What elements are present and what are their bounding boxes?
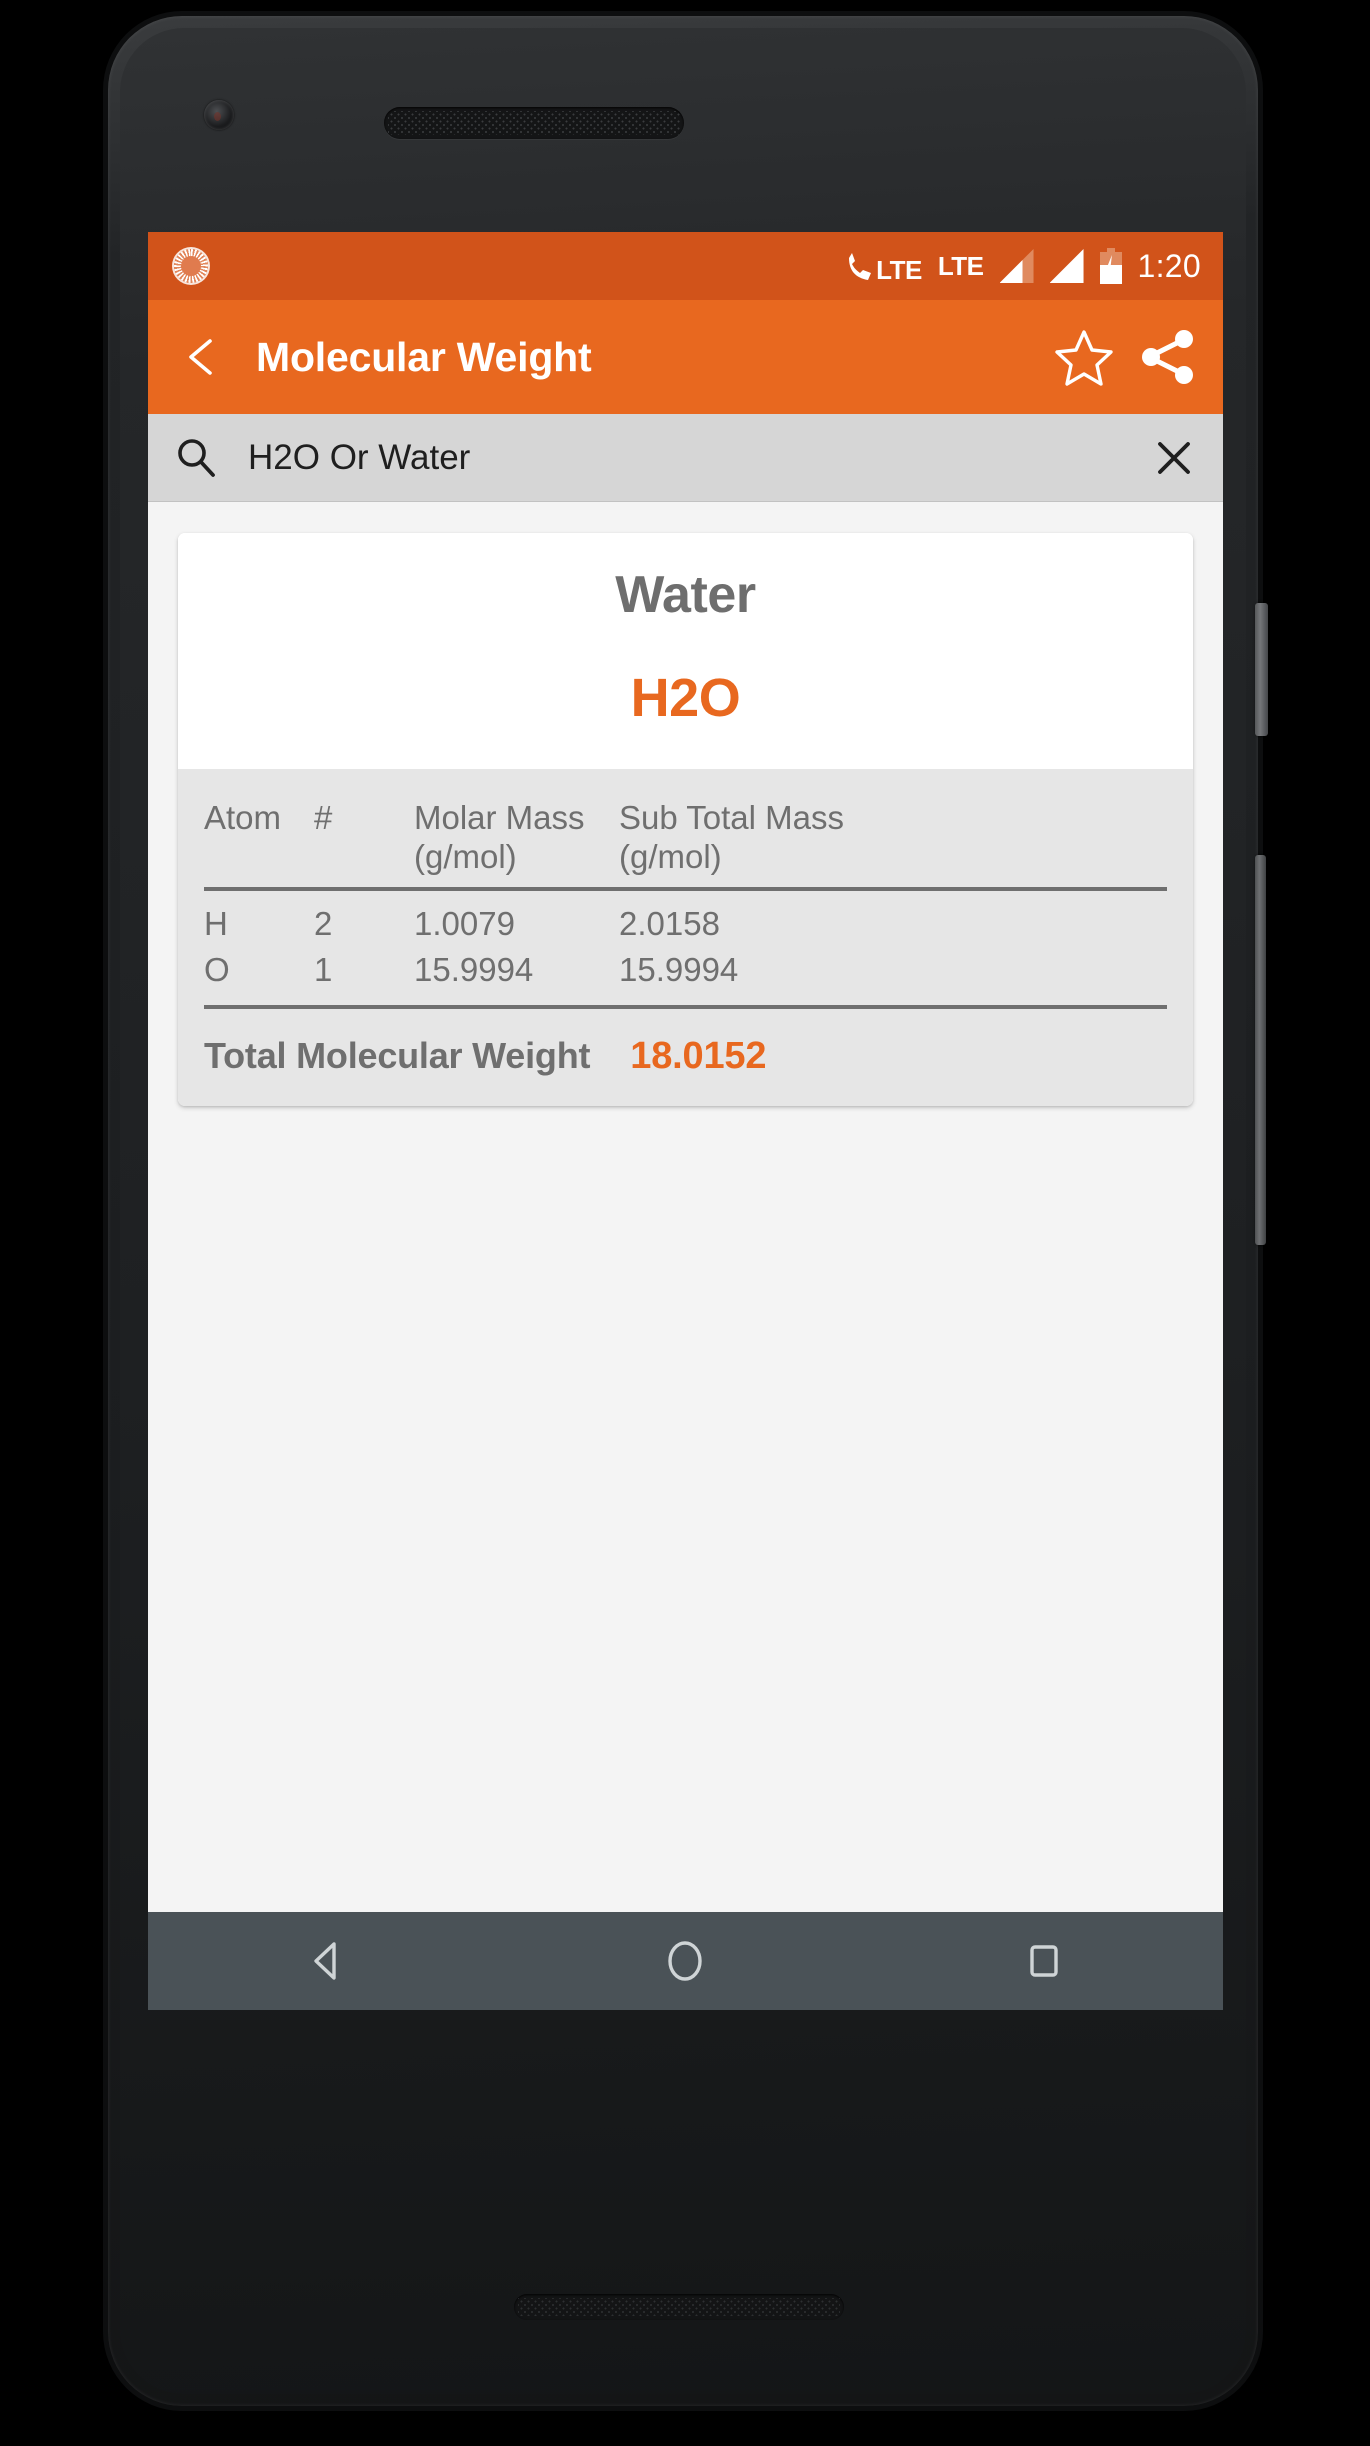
app-bar: Molecular Weight	[148, 300, 1223, 414]
lte-label-1: LTE	[876, 255, 922, 285]
nav-back-triangle-icon[interactable]	[300, 1934, 354, 1988]
close-x-icon[interactable]	[1153, 437, 1195, 479]
column-header-count: #	[314, 799, 333, 836]
status-bar-clock: 1:20	[1137, 247, 1201, 284]
cell-molar-mass: 1.0079	[414, 904, 515, 942]
total-molecular-weight-value: 18.0152	[630, 1034, 767, 1077]
column-header-atom: Atom	[204, 799, 282, 836]
cell-atom: O	[204, 950, 230, 988]
back-arrow-icon[interactable]	[174, 329, 230, 385]
composition-section: Atom # Molar Mass (g/mol) Sub Total Mass…	[178, 769, 1193, 1106]
column-header-sub-total-mass: Sub Total Mass (g/mol)	[619, 799, 1167, 889]
composition-table: Atom # Molar Mass (g/mol) Sub Total Mass…	[204, 799, 1167, 1009]
nav-home-circle-icon[interactable]	[658, 1934, 712, 1988]
sub-total-line1: Sub Total Mass	[619, 799, 845, 836]
lte-label-2: LTE	[937, 251, 984, 281]
column-header-molar-mass: Molar Mass (g/mol)	[414, 799, 619, 889]
cell-count: 2	[314, 904, 333, 942]
page-title: Molecular Weight	[256, 333, 592, 380]
cell-count: 1	[314, 950, 333, 988]
nav-recents-square-icon[interactable]	[1017, 1934, 1071, 1988]
share-icon[interactable]	[1137, 326, 1199, 388]
table-row: O 1 15.9994 15.9994	[204, 946, 1167, 1007]
search-input[interactable]: H2O Or Water	[248, 438, 1153, 478]
table-body: H 2 1.0079 2.0158 O 1 15.9994 15.9994	[204, 889, 1167, 1007]
molar-mass-line2: (g/mol)	[414, 837, 517, 875]
compound-formula: H2O	[630, 668, 741, 728]
cell-sub-total: 15.9994	[619, 950, 739, 988]
front-camera-icon	[204, 100, 234, 130]
compound-name: Water	[615, 566, 756, 624]
signal-bars-full-icon	[1049, 249, 1084, 283]
star-outline-icon[interactable]	[1053, 326, 1115, 388]
phone-lte-icon: LTE	[845, 249, 922, 283]
total-molecular-weight-row: Total Molecular Weight 18.0152	[204, 1009, 1167, 1078]
phone-screen: LTE LTE 1:20 Molecular Weight H2O Or Wat…	[148, 232, 1223, 2010]
cell-molar-mass: 15.9994	[414, 950, 534, 988]
power-button[interactable]	[1255, 603, 1268, 736]
sub-total-line2: (g/mol)	[619, 837, 722, 875]
table-header-row: Atom # Molar Mass (g/mol) Sub Total Mass…	[204, 799, 1167, 889]
search-icon	[174, 436, 218, 480]
molecular-weight-result-card: Water H2O Atom # Molar Mass (g/mol) Sub …	[178, 533, 1193, 1106]
molar-mass-line1: Molar Mass	[414, 799, 585, 836]
table-row: H 2 1.0079 2.0158	[204, 889, 1167, 946]
bottom-speaker-grille	[514, 2294, 844, 2320]
signal-bars-partial-icon	[999, 249, 1034, 283]
sun-sync-icon	[174, 249, 208, 283]
earpiece-speaker-grille	[384, 107, 684, 139]
cell-sub-total: 2.0158	[619, 904, 720, 942]
volume-rocker-button[interactable]	[1255, 855, 1266, 1245]
search-bar[interactable]: H2O Or Water	[148, 414, 1223, 502]
cell-atom: H	[204, 904, 228, 942]
content-area: Water H2O Atom # Molar Mass (g/mol) Sub …	[148, 503, 1223, 1912]
battery-charging-icon	[1099, 248, 1122, 284]
total-molecular-weight-label: Total Molecular Weight	[204, 1034, 591, 1076]
card-header: Water H2O	[178, 533, 1193, 769]
android-navigation-bar	[148, 1912, 1223, 2010]
status-bar-icons: LTE LTE 1:20	[845, 248, 1201, 285]
status-bar: LTE LTE 1:20	[148, 232, 1223, 300]
